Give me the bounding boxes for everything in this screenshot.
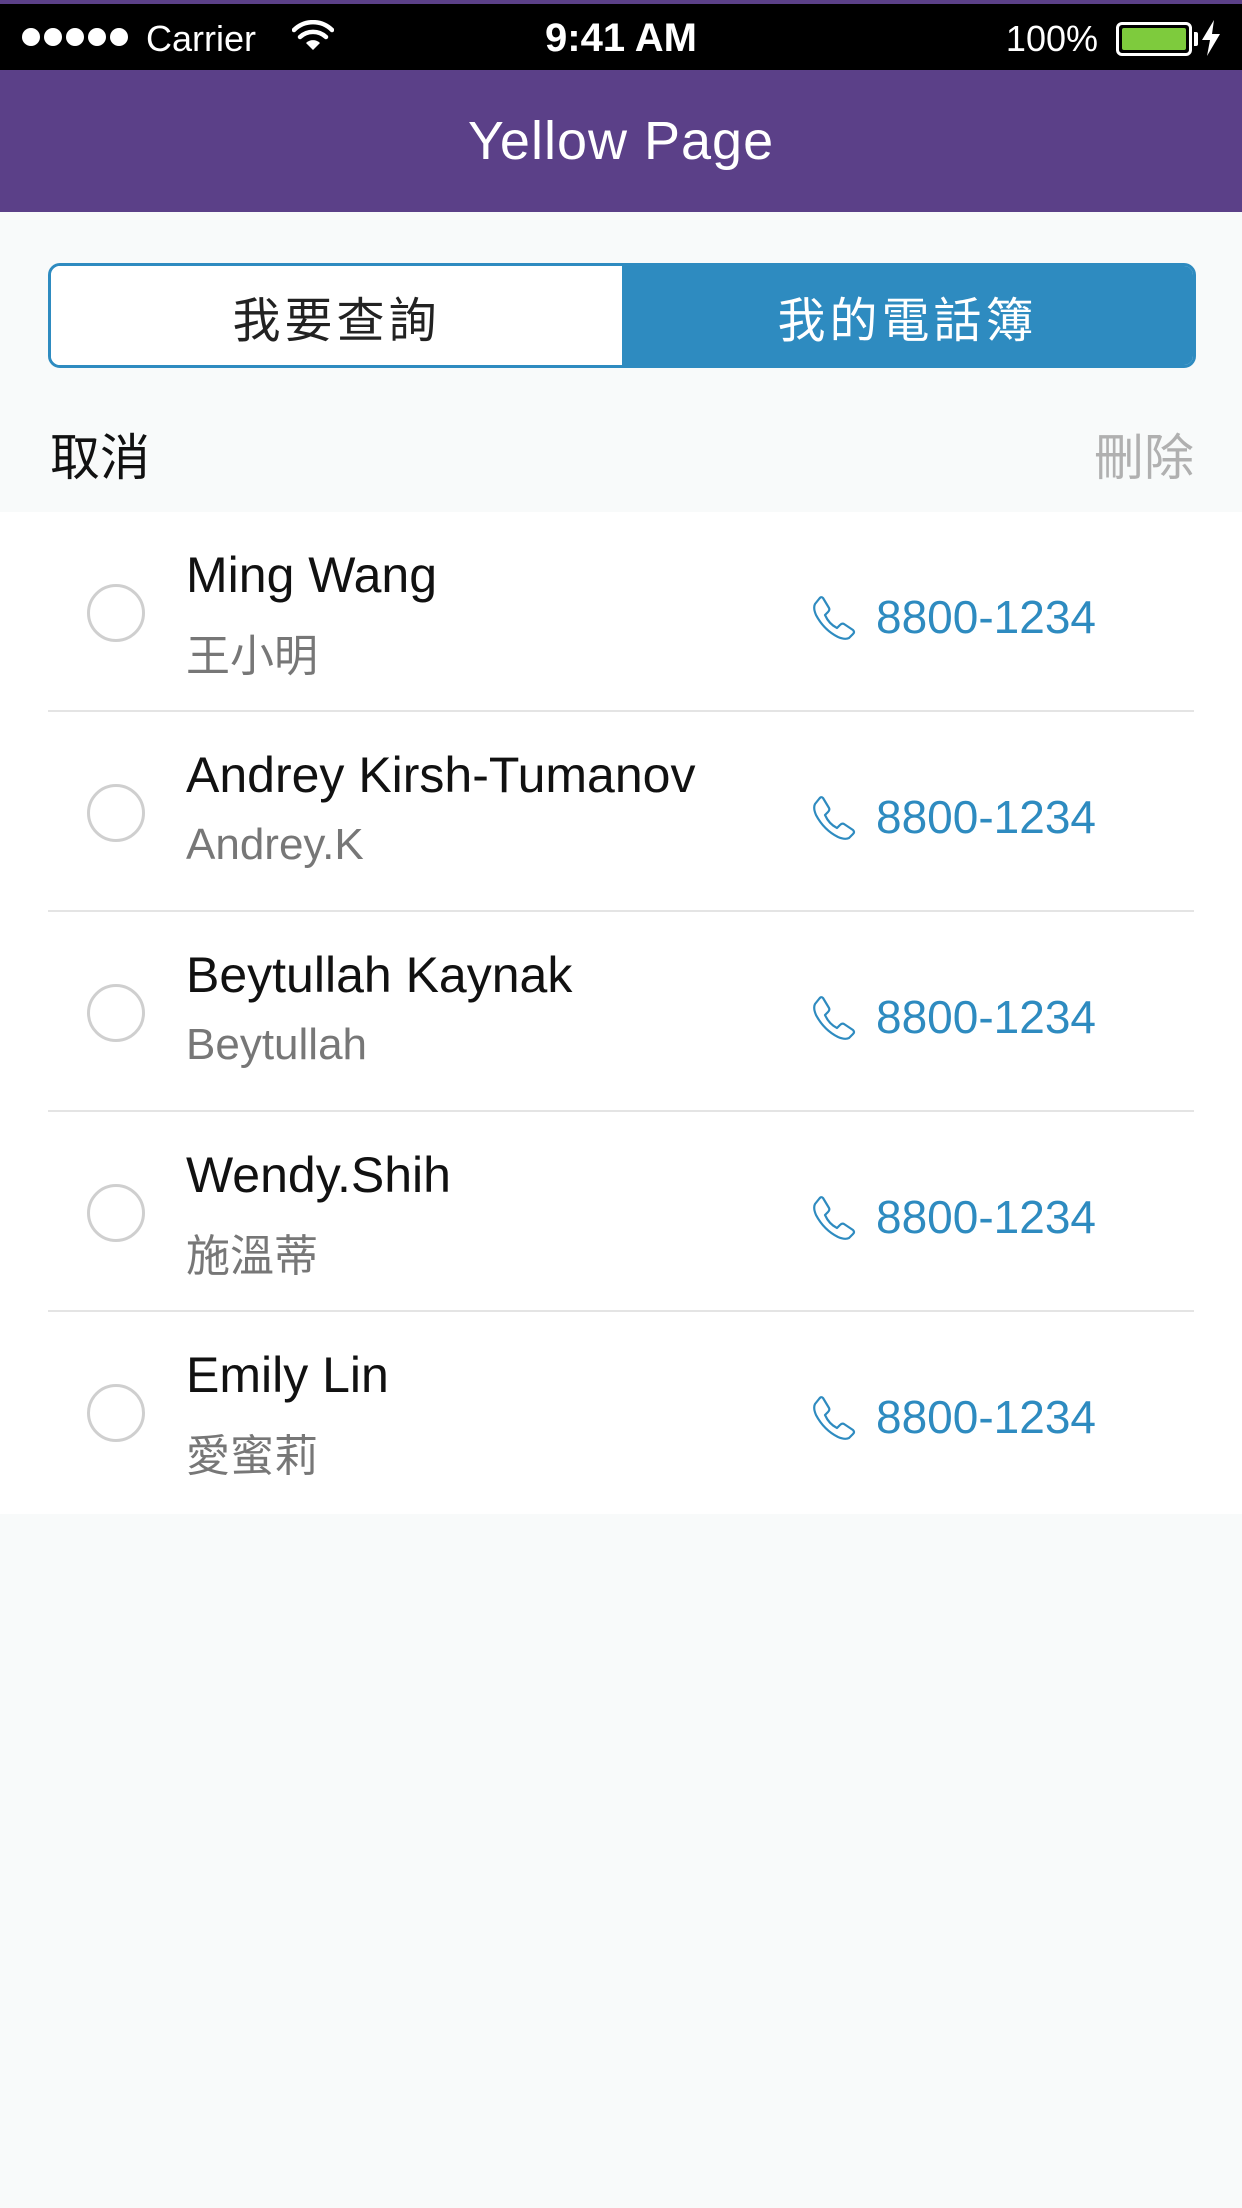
- contact-subtitle: Andrey.K: [186, 820, 364, 869]
- contact-name: Beytullah Kaynak: [186, 947, 573, 1003]
- call-button[interactable]: 8800-1234: [810, 590, 1096, 644]
- contact-subtitle: 施溫蒂: [186, 1232, 318, 1281]
- segmented-control: 我要查詢 我的電話簿: [48, 263, 1196, 368]
- battery-percent: 100%: [1005, 18, 1098, 59]
- phone-icon: [813, 1196, 856, 1240]
- list-item[interactable]: Ming Wang 王小明 8800-1234: [0, 512, 1242, 712]
- phone-number: 8800-1234: [876, 991, 1096, 1043]
- phone-icon: [813, 596, 856, 640]
- list-item[interactable]: Emily Lin 愛蜜莉 8800-1234: [0, 1312, 1242, 1512]
- status-bar: Carrier 9:41 AM 100%: [0, 0, 1242, 70]
- phone-number: 8800-1234: [876, 591, 1096, 643]
- phone-icon: [813, 796, 856, 840]
- contact-name: Wendy.Shih: [186, 1147, 451, 1203]
- phone-icon: [813, 1396, 856, 1440]
- radio-unchecked-icon[interactable]: [87, 784, 145, 842]
- contact-name: Andrey Kirsh-Tumanov: [186, 747, 696, 803]
- phone-icon: [813, 996, 856, 1040]
- contact-list: Ming Wang 王小明 8800-1234 Andrey Kirsh-Tum…: [0, 512, 1242, 1514]
- contact-subtitle: Beytullah: [186, 1020, 368, 1069]
- contact-name: Emily Lin: [186, 1347, 389, 1403]
- list-item[interactable]: Beytullah Kaynak Beytullah 8800-1234: [0, 912, 1242, 1112]
- list-item[interactable]: Andrey Kirsh-Tumanov Andrey.K 8800-1234: [0, 712, 1242, 912]
- call-button[interactable]: 8800-1234: [810, 990, 1096, 1044]
- page-title: Yellow Page: [467, 111, 775, 171]
- wifi-icon: [292, 20, 334, 50]
- battery-icon: [1116, 22, 1192, 56]
- call-button[interactable]: 8800-1234: [810, 1190, 1096, 1244]
- phone-number: 8800-1234: [876, 791, 1096, 843]
- radio-unchecked-icon[interactable]: [87, 984, 145, 1042]
- contact-subtitle: 王小明: [186, 632, 318, 681]
- call-button[interactable]: 8800-1234: [810, 790, 1096, 844]
- contact-name: Ming Wang: [186, 547, 438, 603]
- navigation-bar: Yellow Page: [0, 70, 1242, 212]
- phone-number: 8800-1234: [876, 1391, 1096, 1443]
- radio-unchecked-icon[interactable]: [87, 584, 145, 642]
- call-button[interactable]: 8800-1234: [810, 1390, 1096, 1444]
- radio-unchecked-icon[interactable]: [87, 1384, 145, 1442]
- cancel-button[interactable]: 取消: [50, 418, 150, 490]
- contact-subtitle: 愛蜜莉: [186, 1432, 318, 1481]
- battery-tip: [1194, 32, 1198, 46]
- tab-search[interactable]: 我要查詢: [51, 266, 622, 365]
- signal-dots-icon: [22, 28, 128, 46]
- radio-unchecked-icon[interactable]: [87, 1184, 145, 1242]
- charging-bolt-icon: [1202, 20, 1220, 56]
- tab-my-phonebook[interactable]: 我的電話簿: [622, 266, 1193, 365]
- carrier-label: Carrier: [146, 18, 257, 59]
- list-item[interactable]: Wendy.Shih 施溫蒂 8800-1234: [0, 1112, 1242, 1312]
- phone-number: 8800-1234: [876, 1191, 1096, 1243]
- delete-button[interactable]: 刪除: [1094, 418, 1194, 490]
